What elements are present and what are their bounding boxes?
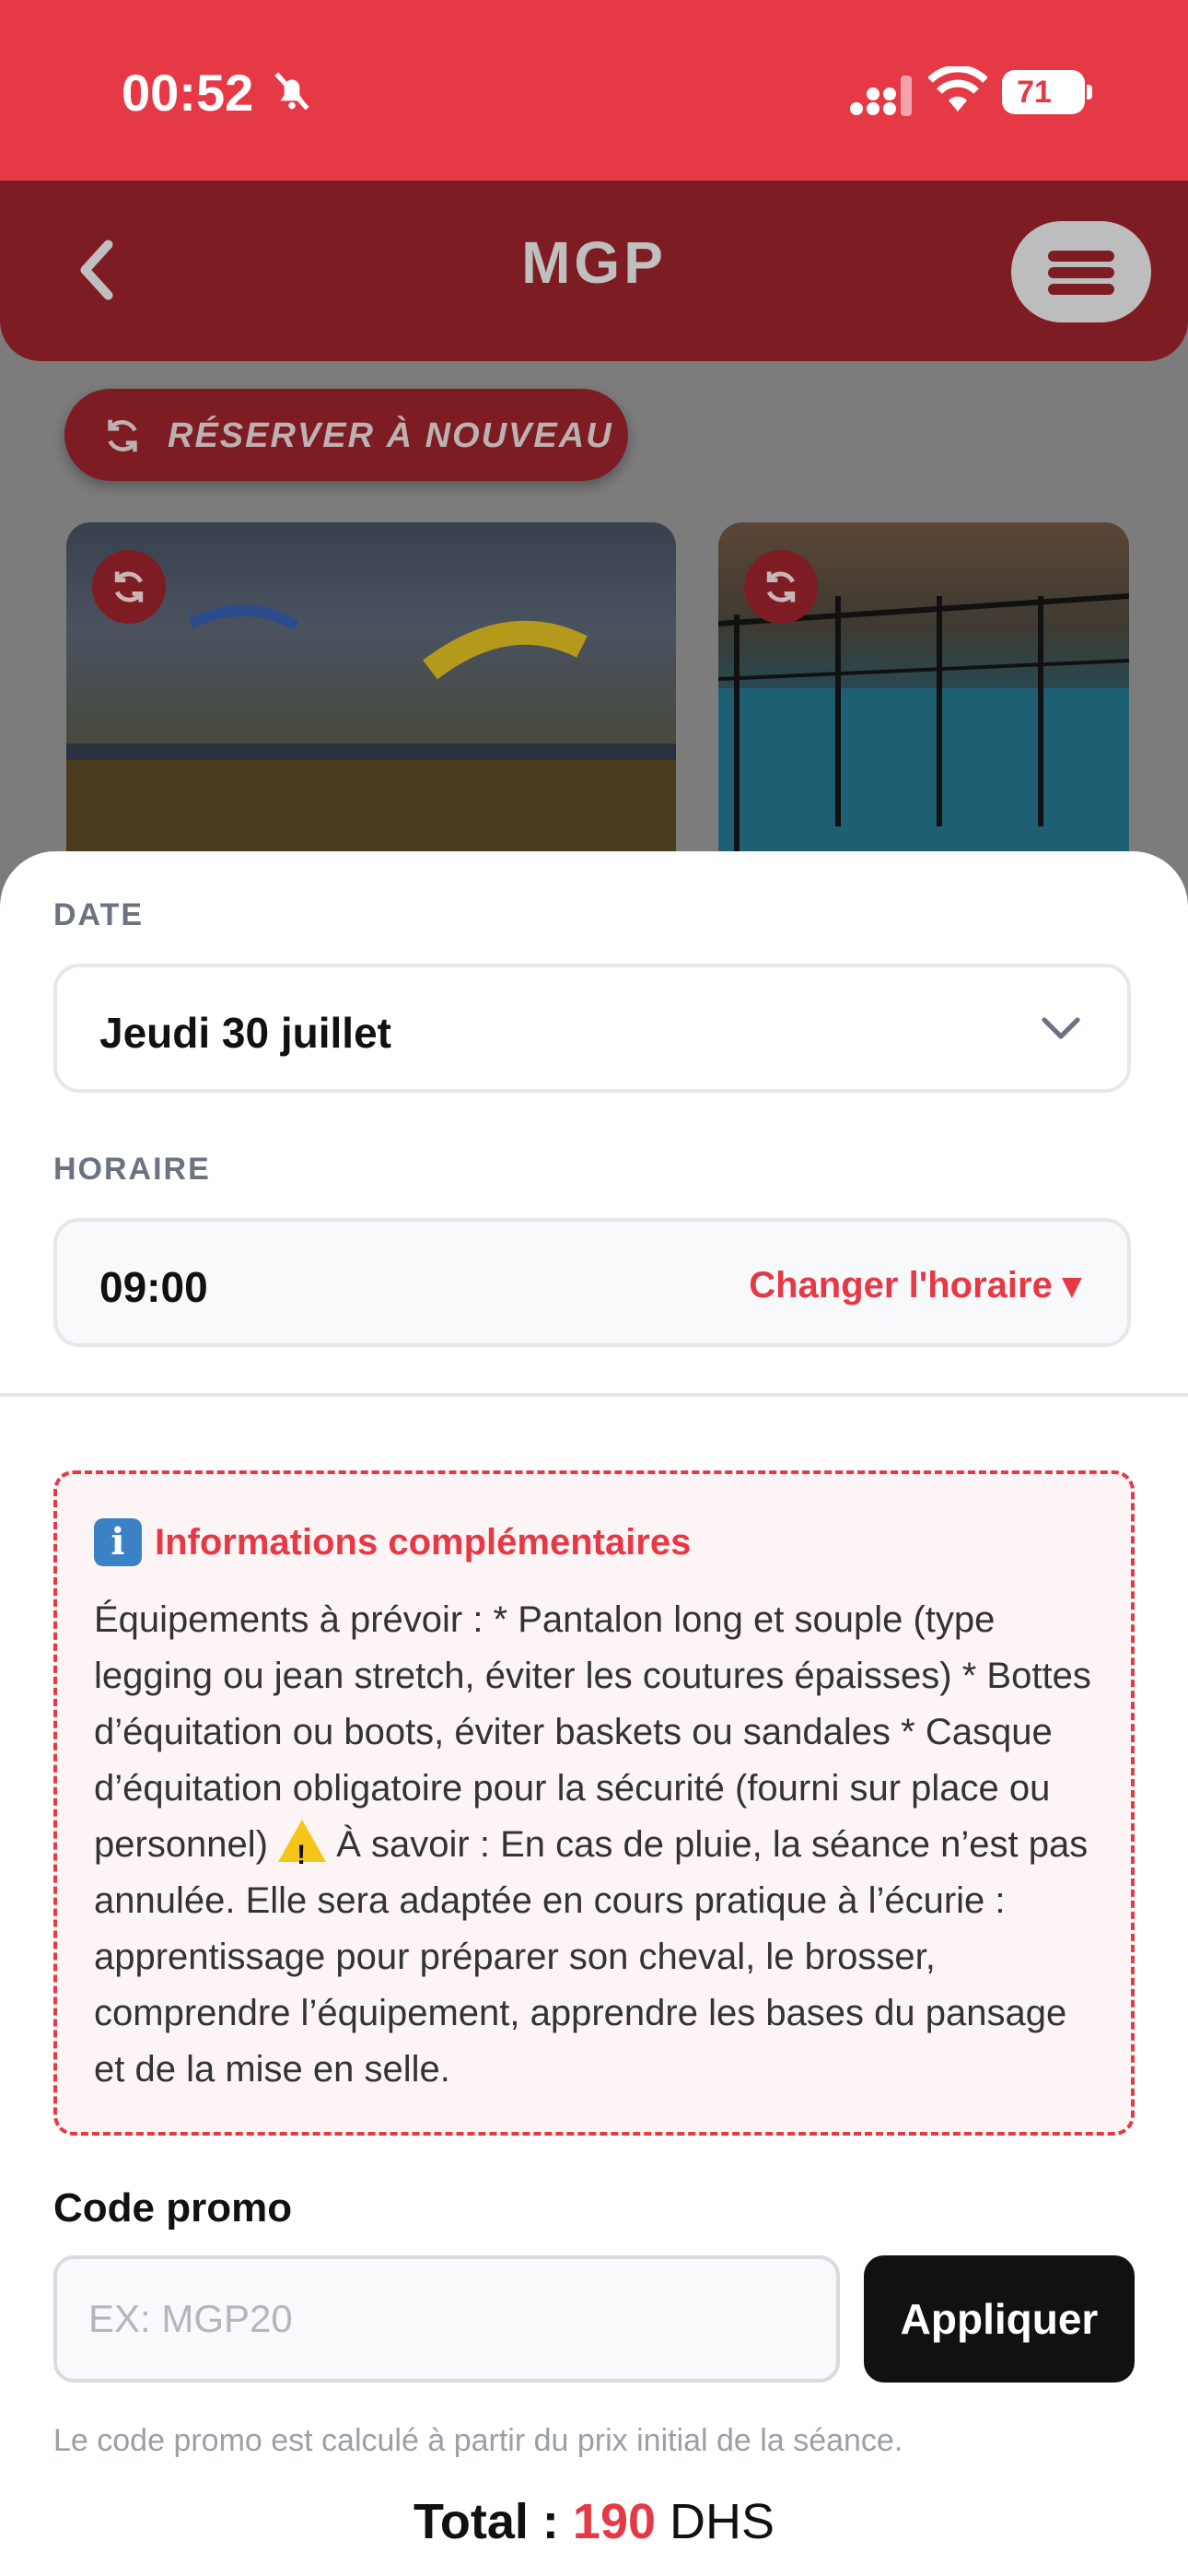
date-select[interactable]: Jeudi 30 juillet <box>53 964 1131 1093</box>
status-time: 00:52 <box>122 64 254 122</box>
divider <box>0 1393 1188 1397</box>
app-header: MGP <box>0 181 1188 361</box>
activity-card-paragliding[interactable] <box>66 522 676 859</box>
page-title: MGP <box>521 229 667 296</box>
info-title: Informations complémentaires <box>155 1522 692 1563</box>
promo-note: Le code promo est calculé à partir du pr… <box>53 2423 903 2458</box>
additional-info-box: i Informations complémentaires Équipemen… <box>53 1470 1135 2136</box>
total-price: Total : 190 DHS <box>0 2493 1188 2550</box>
bell-muted-icon <box>274 72 309 111</box>
change-schedule-button[interactable]: Changer l'horaire ▾ <box>749 1264 1081 1306</box>
refresh-icon <box>114 571 144 603</box>
total-amount: 190 <box>572 2494 657 2549</box>
promo-code-label: Code promo <box>53 2185 293 2231</box>
info-icon: i <box>94 1518 142 1566</box>
refresh-icon <box>766 571 796 603</box>
battery-level: 71 <box>1017 75 1052 110</box>
info-text: Équipements à prévoir : * Pantalon long … <box>94 1592 1098 2098</box>
refresh-icon <box>108 419 137 452</box>
apply-promo-button[interactable]: Appliquer <box>864 2255 1135 2383</box>
wifi-icon <box>928 66 987 111</box>
rebook-badge <box>92 550 166 624</box>
background-page: RÉSERVER À NOUVEAU <box>0 361 1188 859</box>
warning-icon: ! <box>278 1820 327 1870</box>
schedule-value: 09:00 <box>99 1263 208 1311</box>
promo-code-input[interactable] <box>53 2255 840 2383</box>
chevron-down-icon <box>1042 1017 1080 1039</box>
total-label: Total : <box>413 2494 573 2549</box>
cellular-signal-icon <box>850 76 912 116</box>
activity-card-padel[interactable] <box>718 522 1129 859</box>
status-bar: 00:52 71 <box>0 0 1188 181</box>
date-value: Jeudi 30 juillet <box>99 1009 391 1057</box>
schedule-label: HORAIRE <box>53 1152 211 1187</box>
rebook-button[interactable]: RÉSERVER À NOUVEAU <box>64 389 628 481</box>
booking-bottom-sheet: DATE Jeudi 30 juillet HORAIRE 09:00 Chan… <box>0 851 1188 2576</box>
battery-indicator: 71 <box>1002 70 1092 114</box>
hamburger-menu-icon[interactable] <box>1011 221 1151 322</box>
rebook-label: RÉSERVER À NOUVEAU <box>168 416 613 455</box>
total-currency: DHS <box>656 2494 775 2549</box>
date-label: DATE <box>53 897 145 932</box>
schedule-field: 09:00 Changer l'horaire ▾ <box>53 1218 1131 1347</box>
rebook-badge <box>744 550 818 624</box>
